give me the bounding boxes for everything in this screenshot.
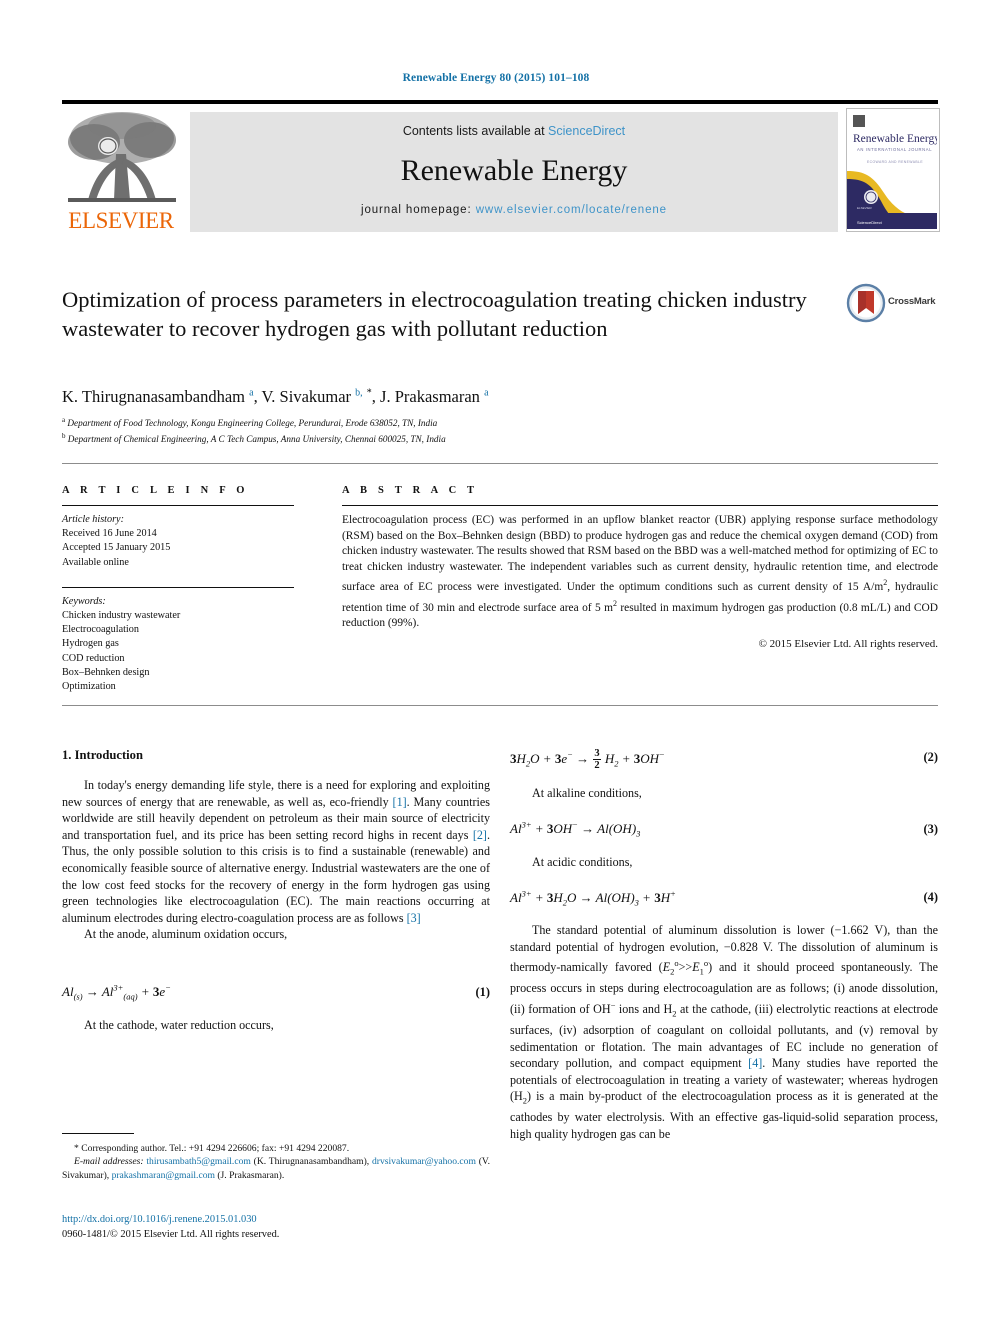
keywords-rule [62, 586, 294, 588]
elsevier-wordmark: ELSEVIER [68, 208, 174, 233]
svg-text:ELSEVIER: ELSEVIER [857, 206, 873, 210]
paper-title: Optimization of process parameters in el… [62, 287, 807, 341]
article-history-label: Article history: [62, 514, 124, 525]
journal-homepage-line: journal homepage: www.elsevier.com/locat… [190, 204, 838, 216]
svg-text:Renewable Energy: Renewable Energy [853, 133, 937, 145]
cathode-lead-in: At the cathode, water reduction occurs, [84, 1017, 274, 1032]
history-received: Received 16 June 2014 [62, 528, 157, 540]
elsevier-tree-icon [68, 112, 176, 202]
article-info-rule [62, 505, 294, 506]
anode-lead-in: At the anode, aluminum oxidation occurs, [84, 927, 288, 942]
journal-cover-image: Renewable Energy AN INTERNATIONAL JOURNA… [847, 109, 939, 229]
footnote-rule [62, 1133, 134, 1134]
article-history-block: Article history: Received 16 June 2014 A… [62, 513, 294, 570]
equation-4: Al3+ + 3H2O → Al(OH)3 + 3H+ [510, 888, 676, 908]
affiliation-text-b: Department of Chemical Engineering, A C … [67, 433, 446, 444]
keyword-item: Chicken industry wastewater [62, 610, 181, 622]
keyword-item: Hydrogen gas [62, 638, 119, 650]
article-info-column: A R T I C L E I N F O Article history: R… [62, 485, 294, 694]
equation-1-number: (1) [475, 984, 490, 999]
elsevier-logo: ELSEVIER [62, 108, 182, 233]
contents-prefix: Contents lists available at [402, 124, 549, 138]
doi-block: http://dx.doi.org/10.1016/j.renene.2015.… [62, 1213, 490, 1242]
equation-2: 3H2O + 3e− → 32 H2 + 3OH− [510, 748, 665, 772]
abstract-heading: A B S T R A C T [342, 485, 479, 496]
svg-text:ScienceDirect: ScienceDirect [857, 220, 883, 225]
journal-cover-thumbnail: Renewable Energy AN INTERNATIONAL JOURNA… [846, 108, 940, 232]
crossmark-icon [846, 283, 886, 323]
keyword-item: Electrocoagulation [62, 624, 139, 636]
info-band-bottom-rule [62, 705, 938, 706]
equation-4-number: (4) [923, 890, 938, 905]
alkaline-lead-in: At alkaline conditions, [532, 786, 642, 801]
equation-1: Al(s) → Al3+(aq) + 3e− [62, 982, 171, 1002]
body-column-right: 3H2O + 3e− → 32 H2 + 3OH− (2) At alkalin… [510, 748, 938, 1143]
equation-3-number: (3) [923, 821, 938, 836]
keywords-label: Keywords: [62, 595, 106, 607]
history-available: Available online [62, 556, 129, 568]
sciencedirect-link[interactable]: ScienceDirect [548, 124, 625, 138]
right-column-paragraph: The standard potential of aluminum disso… [510, 923, 938, 1142]
author-list: K. Thirugnanasambandham a, V. Sivakumar … [62, 387, 489, 406]
affiliation-marker-a: a [62, 416, 66, 424]
affiliation-list: a Department of Food Technology, Kongu E… [62, 414, 862, 445]
journal-article-page: Renewable Energy 80 (2015) 101–108 ELSEV… [0, 0, 992, 1323]
contents-available-line: Contents lists available at ScienceDirec… [190, 124, 838, 138]
section-heading-introduction: 1. Introduction [62, 748, 143, 762]
homepage-prefix: journal homepage: [361, 204, 476, 216]
body-column-left: 1. Introduction In today's energy demand… [62, 748, 490, 1034]
equation-3: Al3+ + 3OH− → Al(OH)3 [510, 819, 641, 839]
svg-text:ECOWARD AND RENEWABLE: ECOWARD AND RENEWABLE [867, 160, 923, 164]
affiliation-a: a Department of Food Technology, Kongu E… [62, 414, 862, 430]
equation-1-row: Al(s) → Al3+(aq) + 3e− (1) [62, 983, 490, 1003]
info-band-top-rule [62, 463, 938, 464]
svg-text:AN INTERNATIONAL JOURNAL: AN INTERNATIONAL JOURNAL [857, 147, 932, 152]
journal-homepage-url[interactable]: www.elsevier.com/locate/renene [476, 204, 667, 216]
affiliation-b: b Department of Chemical Engineering, A … [62, 430, 862, 446]
issn-copyright-line: 0960-1481/© 2015 Elsevier Ltd. All right… [62, 1228, 280, 1240]
email-addresses-note: E-mail addresses: thirusambath5@gmail.co… [62, 1156, 490, 1181]
keyword-item: COD reduction [62, 652, 125, 664]
crossmark-label: CrossMark [888, 296, 936, 307]
intro-paragraph-1: In today's energy demanding life style, … [62, 778, 490, 925]
doi-link[interactable]: http://dx.doi.org/10.1016/j.renene.2015.… [62, 1213, 490, 1228]
abstract-body: Electrocoagulation process (EC) was perf… [342, 514, 938, 630]
keywords-block: Keywords: Chicken industry wastewater El… [62, 595, 294, 694]
equation-2-number: (2) [923, 750, 938, 764]
abstract-column: A B S T R A C T Electrocoagulation proce… [342, 485, 938, 650]
abstract-copyright: © 2015 Elsevier Ltd. All rights reserved… [758, 637, 938, 650]
article-info-heading: A R T I C L E I N F O [62, 485, 249, 496]
history-accepted: Accepted 15 January 2015 [62, 542, 171, 554]
running-head: Renewable Energy 80 (2015) 101–108 [402, 72, 590, 84]
equation-3-row: Al3+ + 3OH− → Al(OH)3 (3) [510, 820, 938, 840]
crossmark-badge[interactable]: CrossMark [846, 283, 942, 325]
abstract-rule [342, 505, 938, 506]
journal-title: Renewable Energy [400, 154, 628, 187]
corresponding-author-note: * Corresponding author. Tel.: +91 4294 2… [74, 1143, 350, 1154]
equation-4-row: Al3+ + 3H2O → Al(OH)3 + 3H+ (4) [510, 888, 938, 908]
acidic-lead-in: At acidic conditions, [532, 854, 633, 869]
footnote-block: * Corresponding author. Tel.: +91 4294 2… [62, 1142, 490, 1182]
keyword-item: Box–Behnken design [62, 666, 150, 678]
keyword-item: Optimization [62, 681, 116, 693]
equation-2-row: 3H2O + 3e− → 32 H2 + 3OH− (2) [510, 748, 938, 771]
title-block: Optimization of process parameters in el… [62, 285, 842, 343]
masthead-grey-panel: Contents lists available at ScienceDirec… [190, 112, 838, 232]
affiliation-text-a: Department of Food Technology, Kongu Eng… [67, 418, 438, 429]
journal-masthead: ELSEVIER Contents lists available at Sci… [62, 100, 940, 233]
masthead-top-rule [62, 100, 938, 104]
affiliation-marker-b: b [62, 431, 66, 440]
